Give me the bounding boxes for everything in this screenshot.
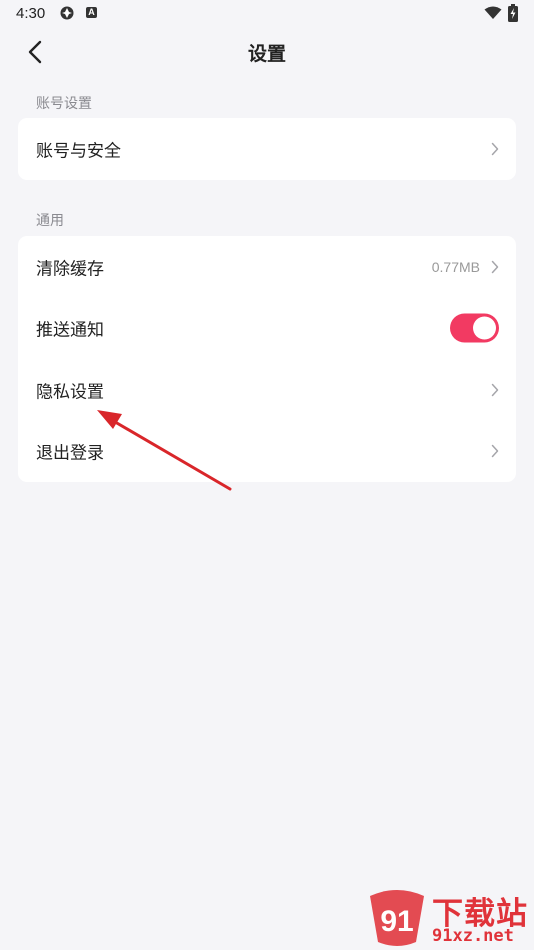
page-title: 设置 (247, 44, 286, 65)
svg-text:91: 91 (380, 905, 413, 938)
section-label-general: 通用 (36, 212, 64, 228)
settings-item-label: 清除缓存 (36, 259, 104, 279)
settings-item-label: 账号与安全 (36, 141, 121, 161)
chevron-right-icon (491, 260, 499, 273)
chevron-right-icon (491, 383, 499, 396)
settings-item-privacy[interactable]: 隐私设置 (18, 359, 516, 421)
status-time: 4:30 (16, 5, 46, 22)
status-bar: 4:30 A (0, 0, 534, 28)
a-badge-icon: A (86, 7, 97, 18)
settings-item-push-notifications: 推送通知 (18, 298, 516, 360)
settings-item-label: 隐私设置 (36, 382, 104, 402)
settings-item-clear-cache[interactable]: 清除缓存 0.77MB (18, 236, 516, 298)
app-notification-icon (60, 6, 74, 20)
battery-charging-icon (508, 4, 518, 22)
push-notification-toggle[interactable] (450, 313, 499, 343)
chevron-right-icon (491, 445, 499, 458)
account-settings-card: 账号与安全 (18, 118, 516, 180)
section-label-account: 账号设置 (36, 95, 92, 111)
top-app-bar: 设置 (0, 28, 534, 76)
settings-item-label: 退出登录 (36, 443, 104, 463)
watermark: 91 下载站 91xz.net (362, 888, 534, 950)
toggle-knob (473, 316, 496, 340)
wifi-icon (484, 6, 502, 19)
watermark-url: 91xz.net (432, 926, 514, 946)
settings-item-account-security[interactable]: 账号与安全 (18, 118, 516, 180)
watermark-logo: 91 (370, 890, 424, 946)
settings-item-logout[interactable]: 退出登录 (18, 421, 516, 483)
settings-item-label: 推送通知 (36, 320, 104, 340)
chevron-right-icon (491, 142, 499, 155)
general-settings-card: 清除缓存 0.77MB 推送通知 隐私设置 退出登录 (18, 236, 516, 482)
cache-size-value: 0.77MB (431, 258, 480, 275)
